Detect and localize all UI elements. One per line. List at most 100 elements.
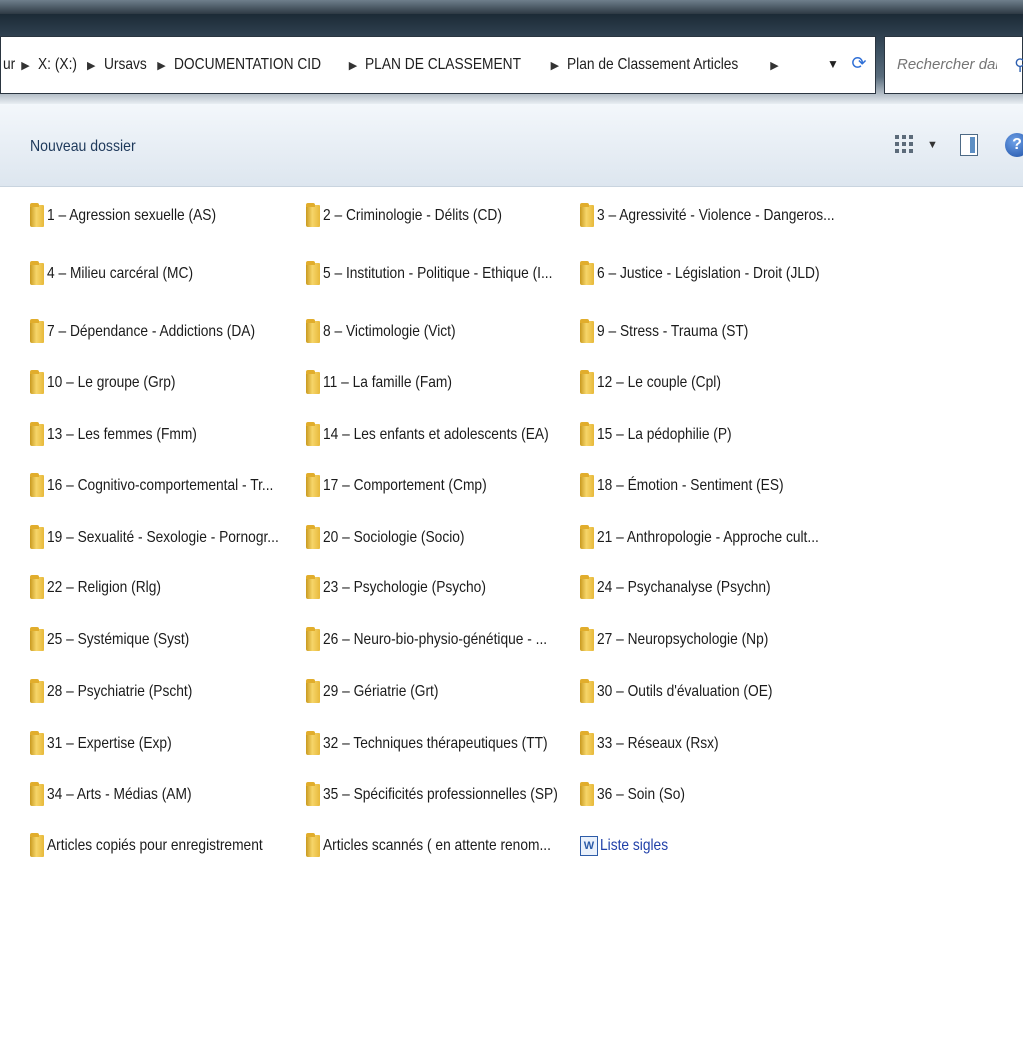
- folder-item[interactable]: 29 – Gériatrie (Grt): [306, 678, 457, 706]
- folder-item[interactable]: 17 – Comportement (Cmp): [306, 472, 513, 500]
- folder-item[interactable]: 22 – Religion (Rlg): [30, 574, 180, 602]
- folder-item[interactable]: 7 – Dépendance - Addictions (DA): [30, 318, 289, 346]
- folder-icon: [30, 575, 44, 599]
- folder-item[interactable]: 32 – Techniques thérapeutiques (TT): [306, 730, 584, 758]
- folder-item[interactable]: 27 – Neuropsychologie (Np): [580, 626, 796, 654]
- command-toolbar: Nouveau dossier ▼ ?: [0, 104, 1023, 187]
- folder-item[interactable]: 10 – Le groupe (Grp): [30, 369, 196, 397]
- item-label: 12 – Le couple (Cpl): [597, 374, 721, 391]
- item-label: 36 – Soin (So): [597, 786, 685, 803]
- item-label: 30 – Outils d'évaluation (OE): [597, 683, 773, 700]
- breadcrumb-arrow-icon[interactable]: ▶: [87, 59, 95, 72]
- item-label: 29 – Gériatrie (Grt): [323, 683, 439, 700]
- file-item[interactable]: W Liste sigles: [580, 832, 679, 860]
- folder-item[interactable]: 31 – Expertise (Exp): [30, 730, 192, 758]
- folder-icon: [580, 473, 594, 497]
- folder-icon: [306, 679, 320, 703]
- item-label: 2 – Criminologie - Délits (CD): [323, 207, 502, 224]
- folder-item[interactable]: 3 – Agressivité - Violence - Dangeros...: [580, 202, 873, 230]
- folder-icon: [306, 627, 320, 651]
- item-label: Articles copiés pour enregistrement: [47, 837, 263, 854]
- folder-icon: [306, 261, 320, 285]
- address-dropdown-icon[interactable]: ▼: [827, 57, 839, 71]
- word-document-icon: W: [580, 836, 598, 856]
- breadcrumb-item[interactable]: Ursavs: [104, 56, 147, 74]
- folder-item[interactable]: 14 – Les enfants et adolescents (EA): [306, 421, 585, 449]
- folder-item[interactable]: 21 – Anthropologie - Approche cult...: [580, 524, 855, 552]
- item-label: 14 – Les enfants et adolescents (EA): [323, 426, 549, 443]
- address-bar[interactable]: ur ▶ X: (X:) ▶ Ursavs ▶ DOCUMENTATION CI…: [0, 36, 876, 94]
- preview-pane-icon[interactable]: [960, 134, 978, 156]
- folder-item[interactable]: 34 – Arts - Médias (AM): [30, 781, 215, 809]
- navigation-bar: ur ▶ X: (X:) ▶ Ursavs ▶ DOCUMENTATION CI…: [0, 14, 1023, 104]
- search-icon[interactable]: ⚲: [1014, 55, 1023, 75]
- item-label: 15 – La pédophilie (P): [597, 426, 732, 443]
- folder-item[interactable]: 16 – Cognitivo-comportemental - Tr...: [30, 472, 310, 500]
- folder-item[interactable]: 6 – Justice - Législation - Droit (JLD): [580, 260, 856, 288]
- search-input[interactable]: [895, 55, 999, 74]
- breadcrumb-arrow-icon[interactable]: ▶: [551, 59, 559, 72]
- folder-item[interactable]: 33 – Réseaux (Rsx): [580, 730, 738, 758]
- folder-icon: [306, 525, 320, 549]
- folder-item[interactable]: 13 – Les femmes (Fmm): [30, 421, 221, 449]
- view-dropdown-icon[interactable]: ▼: [927, 139, 938, 151]
- search-box[interactable]: ⚲: [884, 36, 1023, 94]
- folder-item[interactable]: 20 – Sociologie (Socio): [306, 524, 488, 552]
- folder-icon: [580, 782, 594, 806]
- folder-item[interactable]: 30 – Outils d'évaluation (OE): [580, 678, 801, 706]
- folder-item[interactable]: 25 – Systémique (Syst): [30, 626, 212, 654]
- breadcrumb-item[interactable]: Plan de Classement Articles: [567, 56, 738, 74]
- folder-item[interactable]: 23 – Psychologie (Psycho): [306, 574, 512, 602]
- folder-item[interactable]: 12 – Le couple (Cpl): [580, 369, 741, 397]
- folder-icon: [30, 370, 44, 394]
- help-icon[interactable]: ?: [1005, 133, 1023, 157]
- item-label: 10 – Le groupe (Grp): [47, 374, 176, 391]
- refresh-icon[interactable]: ⟳: [847, 51, 871, 75]
- new-folder-button[interactable]: Nouveau dossier: [30, 138, 136, 156]
- view-options-button[interactable]: [895, 135, 915, 155]
- breadcrumb-arrow-icon[interactable]: ▶: [157, 59, 165, 72]
- folder-icon: [580, 525, 594, 549]
- folder-item[interactable]: 36 – Soin (So): [580, 781, 699, 809]
- breadcrumb-item[interactable]: X: (X:): [38, 56, 77, 74]
- folder-item[interactable]: Articles copiés pour enregistrement: [30, 832, 298, 860]
- item-label: 17 – Comportement (Cmp): [323, 477, 487, 494]
- folder-item[interactable]: 8 – Victimologie (Vict): [306, 318, 477, 346]
- folder-item[interactable]: 26 – Neuro-bio-physio-génétique - ...: [306, 626, 584, 654]
- item-label: 1 – Agression sexuelle (AS): [47, 207, 217, 224]
- folder-item[interactable]: 4 – Milieu carcéral (MC): [30, 260, 217, 288]
- item-label: 31 – Expertise (Exp): [47, 735, 172, 752]
- folder-icon: [306, 731, 320, 755]
- breadcrumb-item[interactable]: DOCUMENTATION CID: [174, 56, 321, 74]
- folder-item[interactable]: 19 – Sexualité - Sexologie - Pornogr...: [30, 524, 317, 552]
- folder-icon: [580, 575, 594, 599]
- folder-item[interactable]: 5 – Institution - Politique - Ethique (I…: [306, 260, 590, 288]
- item-label: 24 – Psychanalyse (Psychn): [597, 579, 771, 596]
- item-label: 3 – Agressivité - Violence - Dangeros...: [597, 207, 835, 224]
- folder-item[interactable]: 35 – Spécificités professionnelles (SP): [306, 781, 596, 809]
- breadcrumb-item[interactable]: PLAN DE CLASSEMENT: [365, 56, 521, 74]
- folder-item[interactable]: 2 – Criminologie - Délits (CD): [306, 202, 531, 230]
- folder-icon: [580, 627, 594, 651]
- folder-icon: [30, 319, 44, 343]
- folder-item[interactable]: 24 – Psychanalyse (Psychn): [580, 574, 799, 602]
- folder-icon: [30, 833, 44, 857]
- folder-item[interactable]: 18 – Émotion - Sentiment (ES): [580, 472, 814, 500]
- breadcrumb-arrow-icon[interactable]: ▶: [770, 59, 778, 72]
- item-label: 8 – Victimologie (Vict): [323, 323, 456, 340]
- folder-icon: [306, 203, 320, 227]
- item-label: 19 – Sexualité - Sexologie - Pornogr...: [47, 529, 279, 546]
- breadcrumb-arrow-icon[interactable]: ▶: [21, 59, 29, 72]
- item-label: Articles scannés ( en attente renom...: [323, 837, 551, 854]
- folder-item[interactable]: 15 – La pédophilie (P): [580, 421, 754, 449]
- folder-icon: [30, 525, 44, 549]
- breadcrumb-item[interactable]: ur: [3, 56, 15, 74]
- folder-icon: [30, 473, 44, 497]
- folder-item[interactable]: Articles scannés ( en attente renom...: [306, 832, 588, 860]
- folder-item[interactable]: 9 – Stress - Trauma (ST): [580, 318, 773, 346]
- folder-item[interactable]: 28 – Psychiatrie (Pscht): [30, 678, 216, 706]
- breadcrumb-arrow-icon[interactable]: ▶: [349, 59, 357, 72]
- folder-icon: [580, 261, 594, 285]
- folder-item[interactable]: 1 – Agression sexuelle (AS): [30, 202, 244, 230]
- folder-item[interactable]: 11 – La famille (Fam): [306, 369, 473, 397]
